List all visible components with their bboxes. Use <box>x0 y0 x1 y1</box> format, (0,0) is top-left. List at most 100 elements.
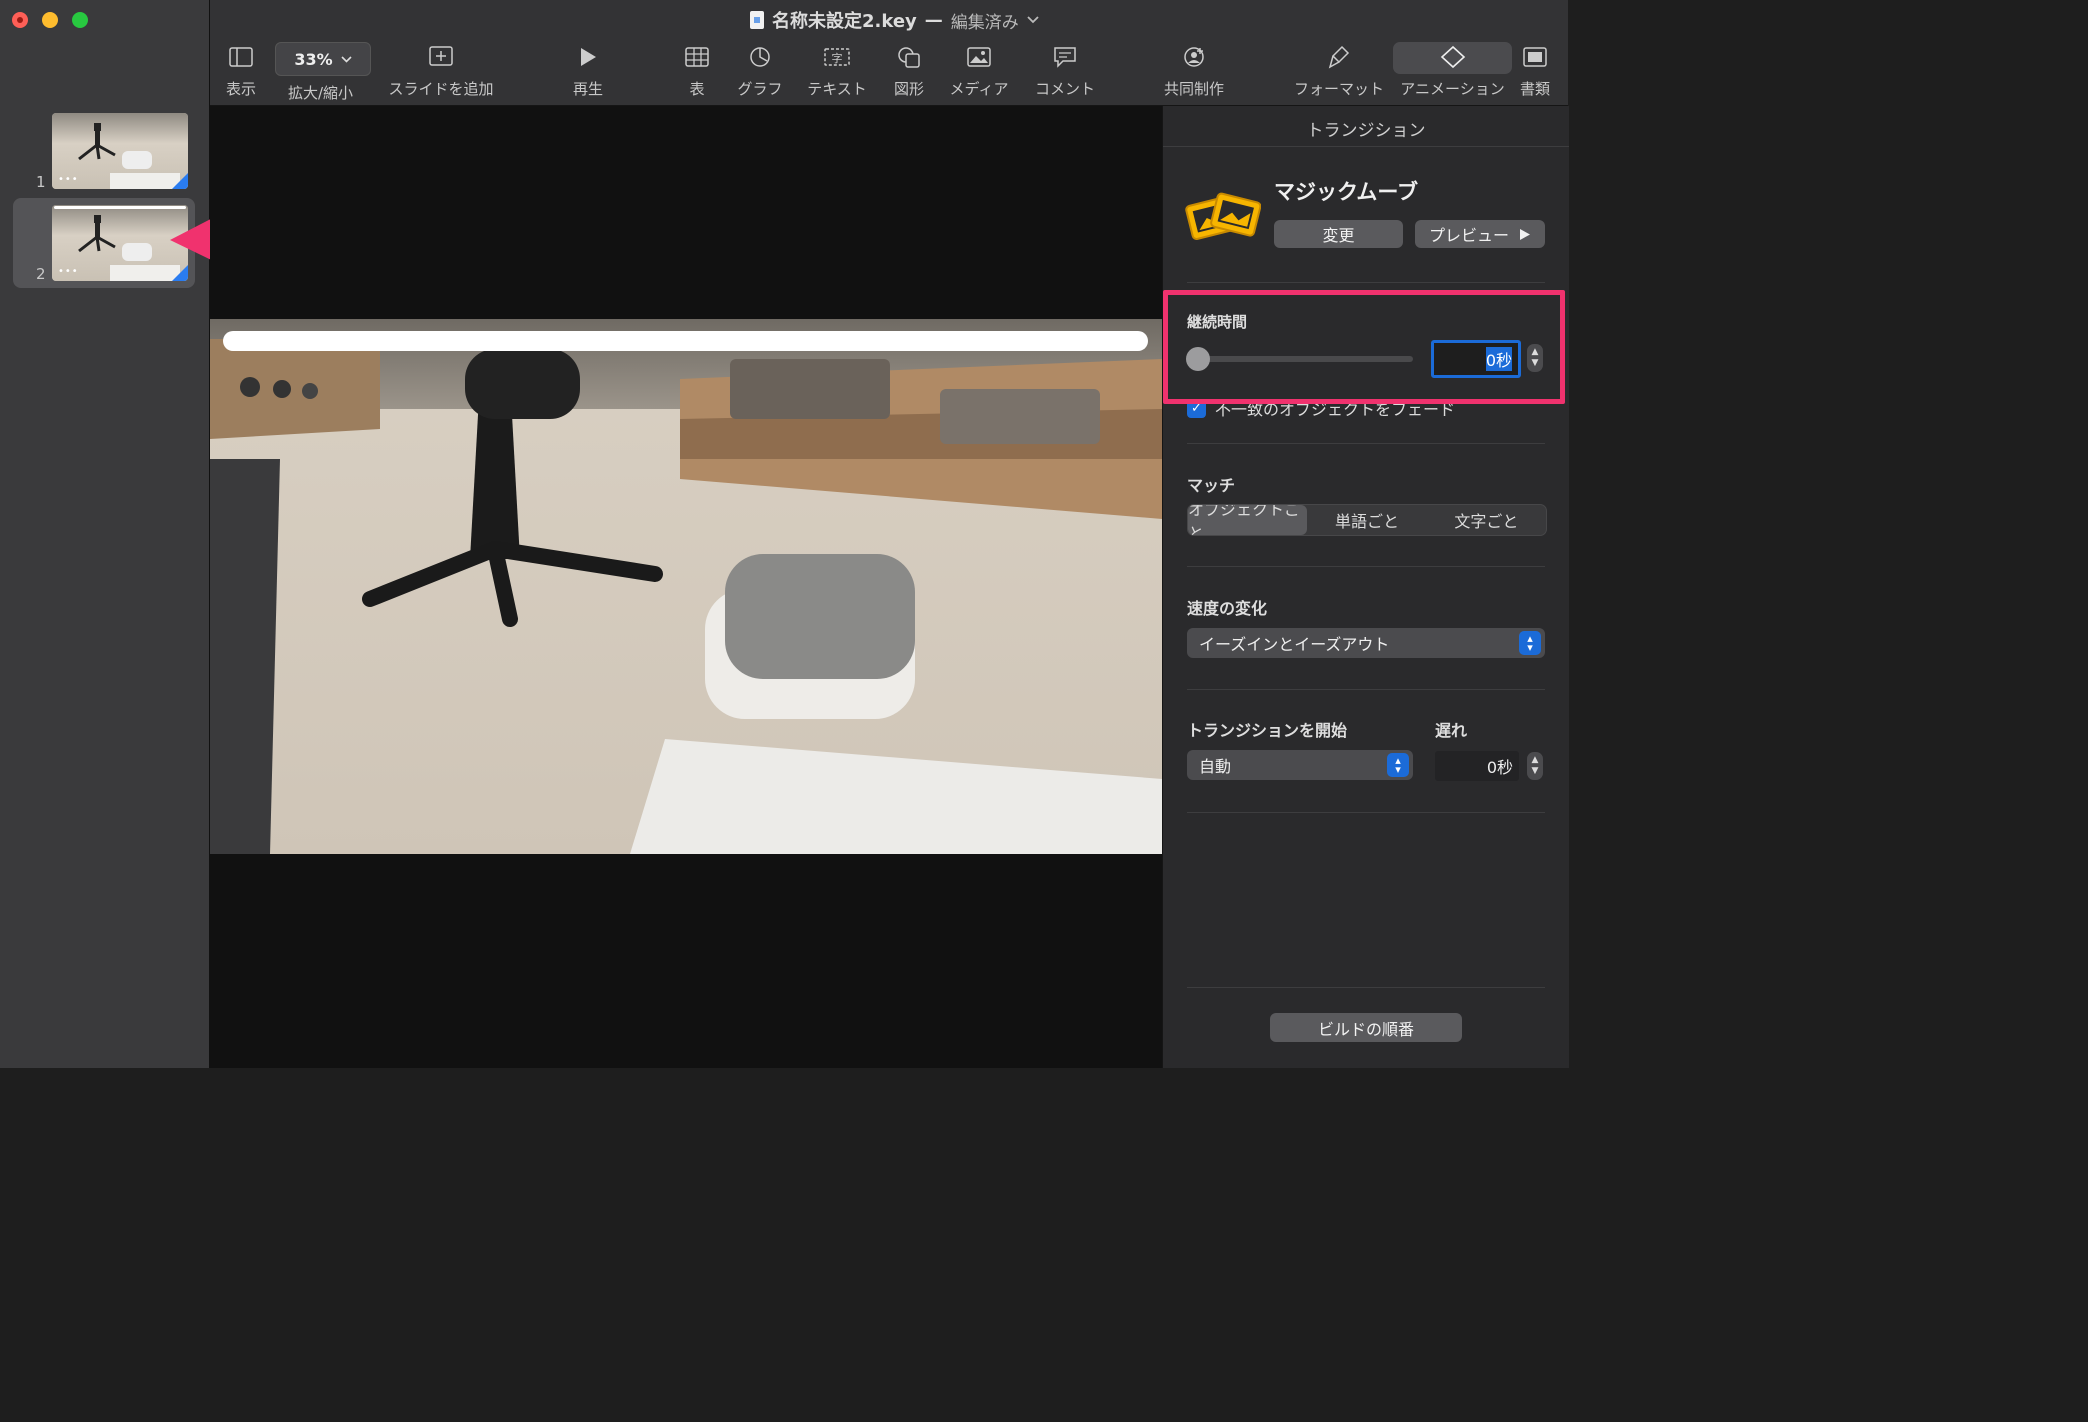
delay-field[interactable]: 0秒 <box>1435 751 1519 781</box>
divider <box>1187 812 1545 813</box>
animate-label: アニメーション <box>1400 80 1505 98</box>
comment-button[interactable]: コメント <box>1030 40 1100 99</box>
document-label: 書類 <box>1519 80 1550 98</box>
thumbnail-keyboard <box>110 173 180 189</box>
document-button[interactable]: 書類 <box>1516 40 1554 99</box>
divider <box>1187 987 1545 988</box>
tripod-image <box>78 215 116 253</box>
format-button[interactable]: フォーマット <box>1292 40 1386 99</box>
table-icon <box>685 47 709 67</box>
document-icon <box>750 11 764 29</box>
title-separator: — <box>924 9 943 31</box>
slide-number: 1 <box>36 173 46 191</box>
svg-text:字: 字 <box>832 51 843 65</box>
media-icon <box>967 47 991 67</box>
popup-arrows-icon: ▴ ▾ <box>1519 631 1541 655</box>
collaborate-button[interactable]: 共同制作 <box>1160 40 1228 99</box>
paintbrush-icon <box>1328 45 1350 69</box>
inspector-header: トランジション <box>1306 121 1426 141</box>
text-box-icon: 字 <box>824 48 850 66</box>
sidebar-icon <box>229 47 253 67</box>
shape-label: 図形 <box>893 80 924 98</box>
delay-label: 遅れ <box>1435 721 1468 740</box>
divider <box>1163 146 1569 147</box>
comment-label: コメント <box>1034 80 1095 98</box>
divider <box>1187 282 1545 283</box>
match-character-option[interactable]: 文字ごと <box>1427 505 1546 535</box>
media-label: メディア <box>949 80 1009 98</box>
collaborate-label: 共同制作 <box>1163 80 1224 98</box>
zoom-window-button[interactable] <box>72 12 88 28</box>
change-button[interactable]: 変更 <box>1274 220 1403 248</box>
document-inspector-icon <box>1523 47 1547 67</box>
transition-inspector: トランジション マジックムーブ 変更 プレビュー 継続時間 0秒 ▲ ▼ ✓ 不一… <box>1162 106 1569 1068</box>
build-order-label: ビルドの順番 <box>1317 1019 1414 1039</box>
slide-dots: ••• <box>58 174 79 185</box>
transition-name: マジックムーブ <box>1274 180 1419 204</box>
play-icon <box>1520 228 1530 240</box>
divider <box>1187 566 1545 567</box>
chart-icon <box>750 47 770 67</box>
shape-button[interactable]: 図形 <box>889 40 929 99</box>
match-word-option[interactable]: 単語ごと <box>1307 505 1426 535</box>
edit-status[interactable]: 編集済み <box>951 8 1019 33</box>
play-icon <box>581 48 596 66</box>
magic-move-icon <box>1185 192 1261 240</box>
chevron-down-icon[interactable]: ▼ <box>1532 766 1539 777</box>
zoom-label: 拡大/縮小 <box>288 84 354 102</box>
match-label: マッチ <box>1187 476 1236 495</box>
close-window-button[interactable] <box>12 12 28 28</box>
format-label: フォーマット <box>1293 80 1384 98</box>
build-order-button[interactable]: ビルドの順番 <box>1270 1013 1462 1042</box>
zoom-value: 33% <box>294 49 333 69</box>
shape-icon <box>898 47 920 68</box>
view-button[interactable]: 表示 <box>222 40 260 99</box>
minimize-window-button[interactable] <box>42 12 58 28</box>
text-label: テキスト <box>807 80 867 98</box>
window-title: 名称未設定2.key — 編集済み <box>750 6 1039 34</box>
chart-button[interactable]: グラフ <box>735 40 785 99</box>
slide-number: 2 <box>36 265 46 283</box>
divider <box>1187 443 1545 444</box>
acceleration-popup[interactable]: イーズインとイーズアウト ▴ ▾ <box>1187 628 1545 658</box>
animate-button[interactable]: アニメーション <box>1393 40 1512 99</box>
delay-value: 0秒 <box>1486 758 1513 777</box>
change-label: 変更 <box>1322 226 1355 245</box>
start-transition-popup[interactable]: 自動 ▴ ▾ <box>1187 750 1413 780</box>
slide-photo[interactable] <box>210 319 1162 854</box>
divider <box>1187 689 1545 690</box>
transition-indicator-icon <box>172 173 188 189</box>
view-label: 表示 <box>225 80 256 98</box>
thumbnail-pad <box>122 151 152 169</box>
media-button[interactable]: メディア <box>945 40 1013 99</box>
chevron-down-icon <box>341 55 352 63</box>
zoom-popup[interactable]: 33% <box>275 42 371 76</box>
play-button[interactable]: 再生 <box>568 40 608 99</box>
match-segmented-control[interactable]: オブジェクトごと 単語ごと 文字ごと <box>1187 504 1547 536</box>
chevron-down-icon[interactable] <box>1027 16 1039 24</box>
acceleration-label: 速度の変化 <box>1187 599 1268 618</box>
start-transition-value: 自動 <box>1199 757 1232 776</box>
annotation-highlight-box <box>1163 290 1565 404</box>
desk-photo-image <box>210 319 1162 854</box>
match-object-option[interactable]: オブジェクトごと <box>1188 505 1308 535</box>
table-button[interactable]: 表 <box>680 40 714 99</box>
preview-button[interactable]: プレビュー <box>1415 220 1545 248</box>
start-transition-label: トランジションを開始 <box>1187 721 1348 740</box>
comment-icon <box>1054 47 1076 68</box>
add-slide-icon <box>429 46 453 66</box>
tripod-image <box>78 123 116 161</box>
chart-label: グラフ <box>737 80 783 98</box>
animate-diamond-icon <box>1440 45 1465 69</box>
popup-arrows-icon: ▴ ▾ <box>1387 753 1409 777</box>
slide-thumbnail-1[interactable]: ••• <box>52 113 188 189</box>
document-name: 名称未設定2.key <box>772 11 917 32</box>
collaborate-icon <box>1184 47 1204 67</box>
slide-progress-bar <box>223 331 1148 351</box>
text-button[interactable]: 字 テキスト <box>805 40 869 99</box>
chevron-up-icon[interactable]: ▲ <box>1532 755 1539 766</box>
add-slide-button[interactable]: スライドを追加 <box>385 40 497 99</box>
acceleration-value: イーズインとイーズアウト <box>1199 635 1390 654</box>
slide-dots: ••• <box>58 266 79 277</box>
delay-stepper[interactable]: ▲ ▼ <box>1527 752 1543 780</box>
